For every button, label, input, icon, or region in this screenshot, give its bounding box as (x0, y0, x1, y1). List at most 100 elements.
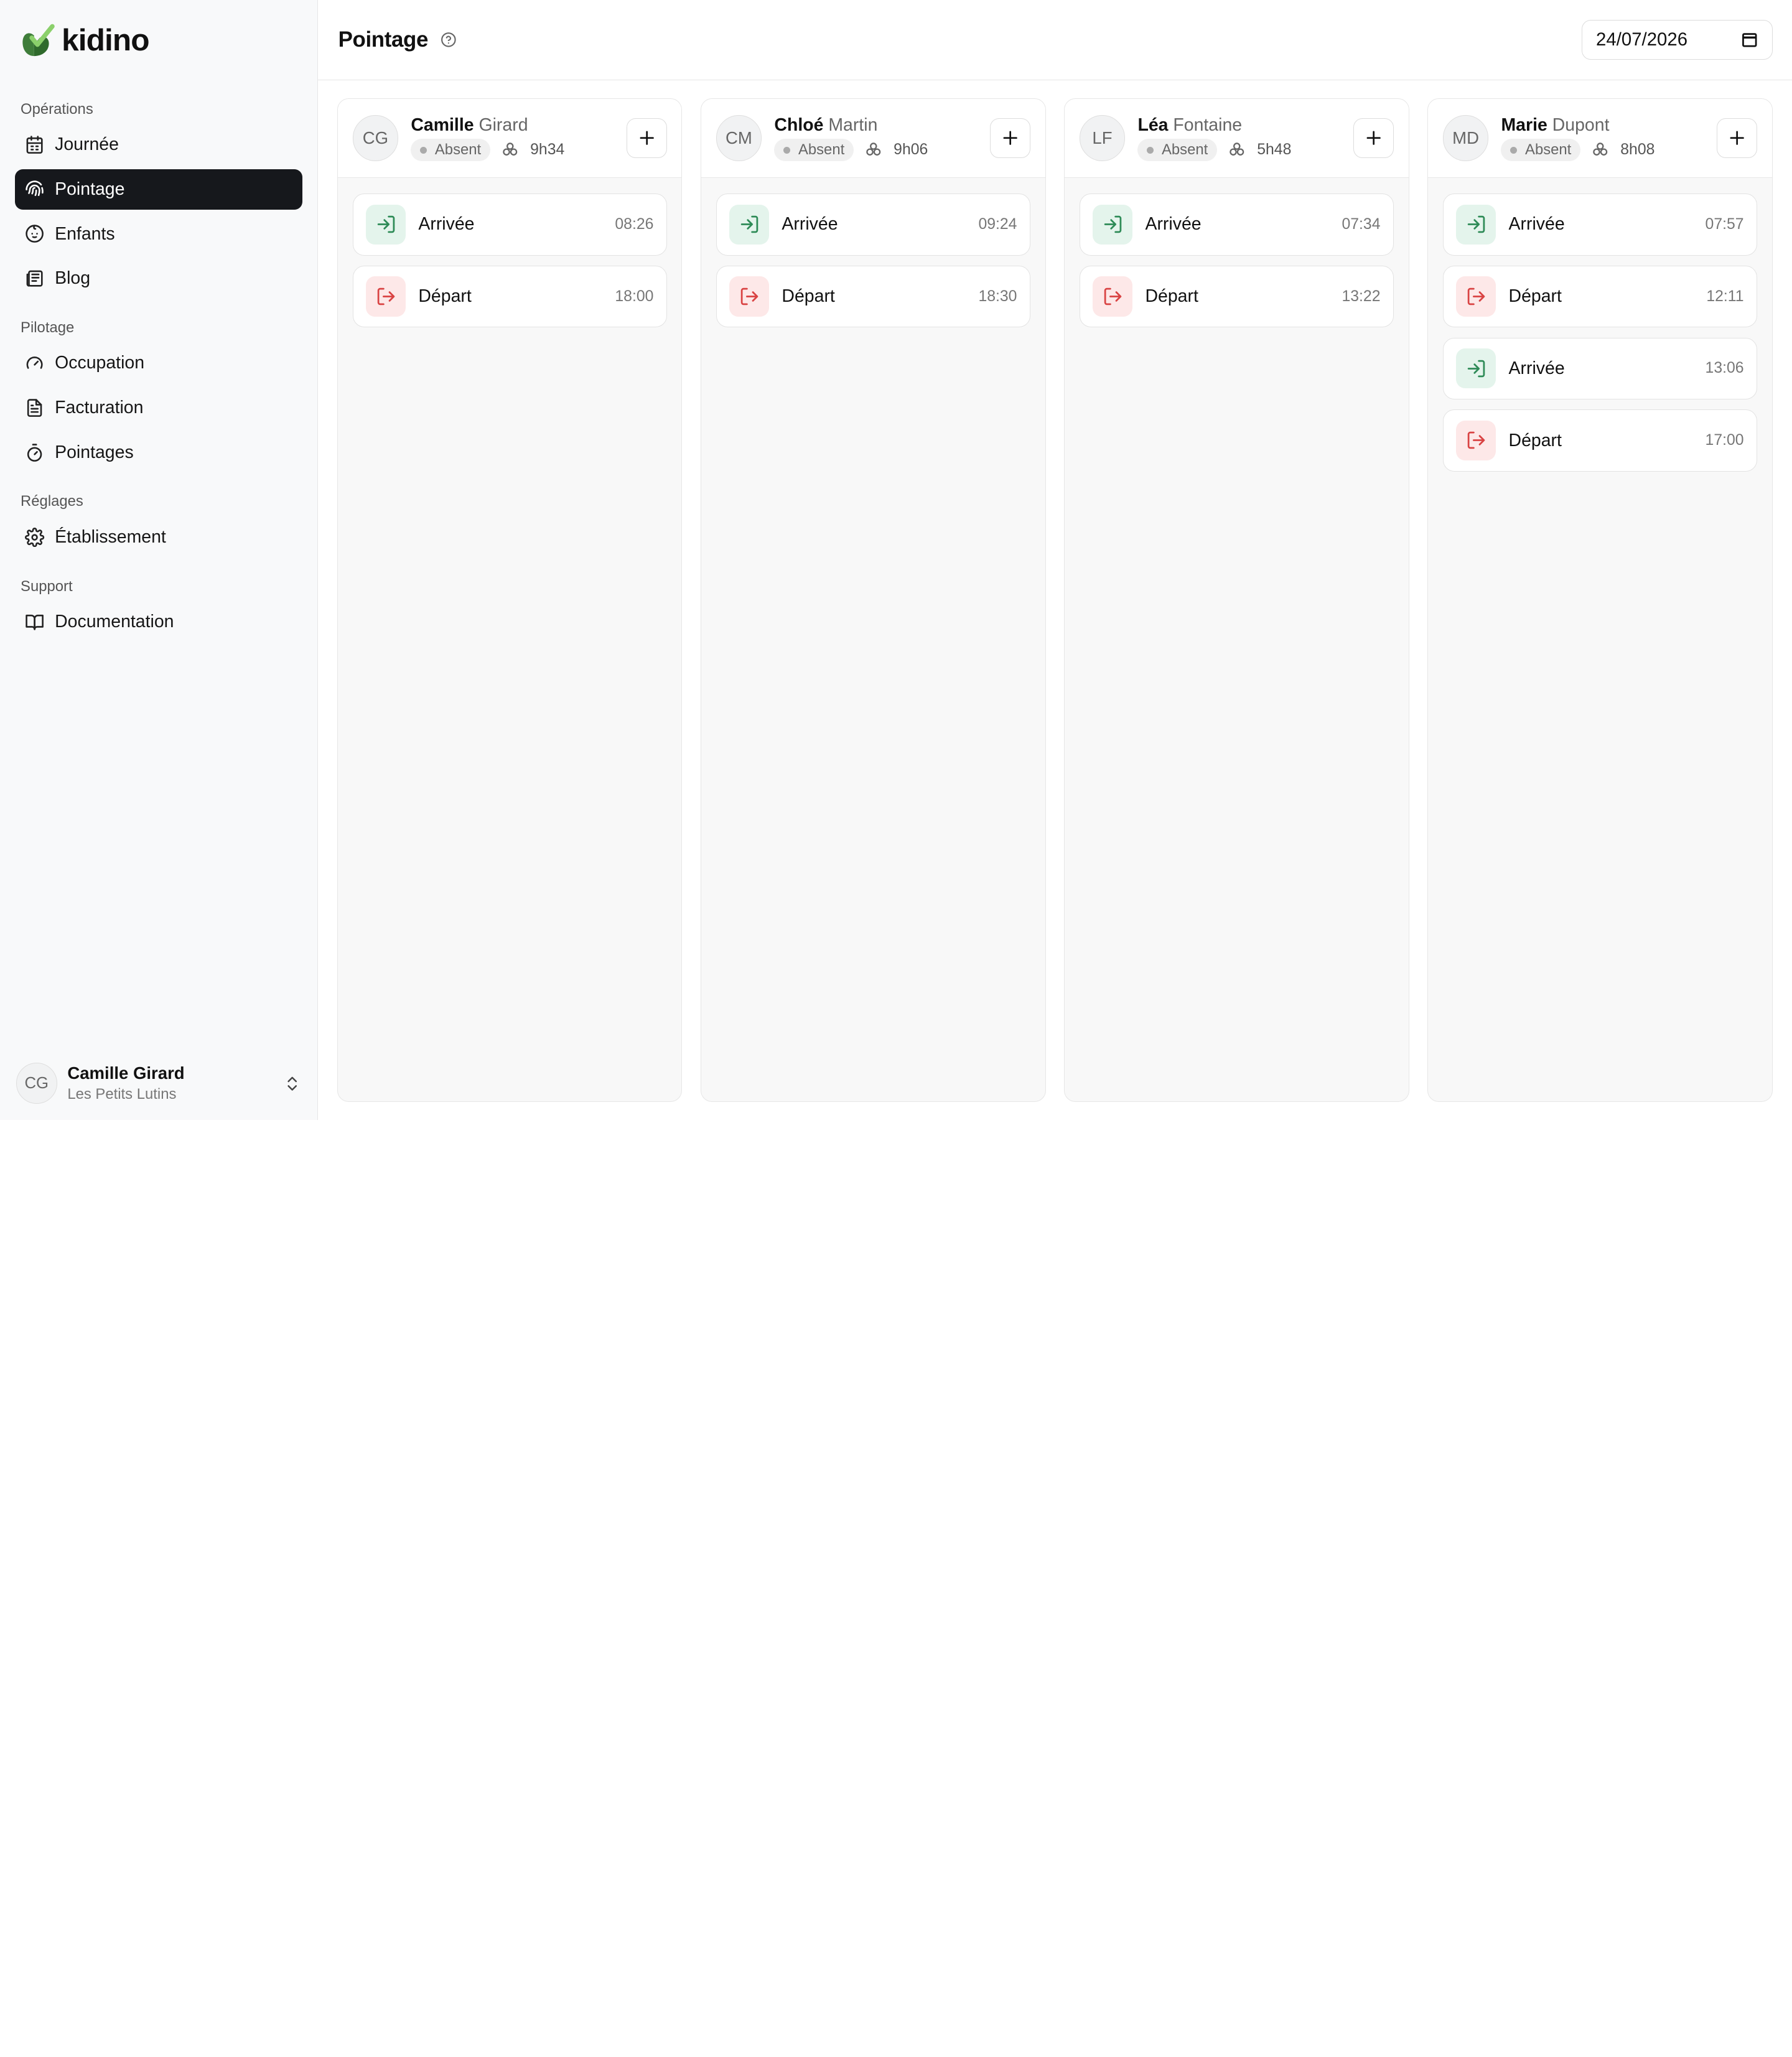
page-title-text: Pointage (338, 27, 429, 52)
sidebar-item-blog[interactable]: Blog (15, 259, 302, 299)
avatar: CG (16, 1063, 57, 1104)
add-event-button[interactable] (990, 118, 1030, 158)
topbar: Pointage 24/07/2026 (317, 0, 1792, 80)
staff-column-header: CM Chloé Martin Absent 9h06 (701, 98, 1045, 178)
event-icon-box (365, 276, 406, 317)
sidebar-item-label: Établissement (55, 527, 166, 548)
hours-value: 9h06 (894, 141, 928, 159)
avatar: CM (716, 115, 762, 161)
event-icon-box (1456, 204, 1496, 245)
event-card-arrival[interactable]: Arrivée 07:34 (1079, 194, 1394, 256)
event-time: 08:26 (615, 215, 654, 233)
event-time: 13:06 (1705, 360, 1744, 377)
status-label: Absent (1161, 141, 1208, 159)
hours-worked: 8h08 (1592, 141, 1654, 159)
status-label: Absent (798, 141, 845, 159)
event-list: Arrivée 09:24 Départ 18:30 (701, 178, 1045, 354)
baby-icon (25, 224, 44, 243)
event-time: 18:00 (615, 287, 654, 305)
timer-icon (25, 443, 44, 462)
gear-icon (25, 528, 45, 548)
event-card-departure[interactable]: Départ 18:30 (716, 266, 1030, 328)
event-card-departure[interactable]: Départ 17:00 (1442, 409, 1757, 472)
staff-first-name: Chloé (774, 114, 824, 135)
staff-last-name: Martin (828, 114, 878, 135)
event-time: 12:11 (1706, 287, 1744, 305)
event-label: Départ (1508, 286, 1562, 307)
event-list: Arrivée 08:26 Départ 18:00 (338, 178, 682, 354)
staff-column-header: MD Marie Dupont Absent 8h08 (1427, 98, 1772, 178)
event-card-departure[interactable]: Départ 13:22 (1079, 266, 1394, 328)
gauge-icon (25, 353, 44, 373)
hours-worked: 5h48 (1228, 141, 1291, 159)
event-card-arrival[interactable]: Arrivée 13:06 (1442, 337, 1757, 399)
avatar: MD (1442, 115, 1489, 161)
staff-info: Chloé Martin Absent 9h06 (774, 115, 990, 161)
sidebar-item-label: Occupation (55, 353, 145, 373)
add-event-button[interactable] (1353, 118, 1394, 158)
log-in-icon (377, 216, 394, 233)
plus-icon (1730, 131, 1744, 145)
sidebar-item-label: Pointages (55, 442, 134, 462)
sidebar-item-pointages[interactable]: Pointages (15, 432, 302, 472)
status-badge: Absent (1501, 139, 1580, 161)
event-card-departure[interactable]: Départ 18:00 (352, 266, 667, 328)
log-out-icon (1467, 287, 1485, 306)
staff-column-header: LF Léa Fontaine Absent 5h48 (1064, 98, 1409, 178)
status-badge: Absent (411, 139, 490, 161)
event-list: Arrivée 07:57 Départ 12:11 Arrivée 13:06 (1428, 178, 1772, 498)
sidebar-item-documentation[interactable]: Documentation (15, 602, 302, 642)
staff-columns: CG Camille Girard Absent 9h34 Arrivée 08… (318, 80, 1792, 1120)
log-out-icon (1104, 287, 1121, 306)
event-card-arrival[interactable]: Arrivée 08:26 (352, 194, 667, 256)
date-picker-input[interactable]: 24/07/2026 (1582, 19, 1773, 60)
event-time: 09:24 (978, 215, 1017, 233)
event-list: Arrivée 07:34 Départ 13:22 (1065, 178, 1409, 354)
help-circle-icon[interactable] (441, 32, 457, 48)
page-title: Pointage (338, 27, 457, 52)
event-label: Arrivée (1508, 358, 1565, 378)
user-menu[interactable]: CG Camille Girard Les Petits Lutins (16, 1063, 301, 1104)
logo[interactable]: kidino (15, 0, 302, 80)
plus-icon (640, 131, 654, 145)
event-icon-box (1092, 204, 1133, 245)
status-label: Absent (1525, 141, 1572, 159)
event-icon-box (729, 276, 770, 317)
calendar-icon[interactable] (1741, 31, 1758, 49)
sidebar-item-occupation[interactable]: Occupation (15, 343, 302, 383)
section-title-pilotage: Pilotage (21, 319, 75, 336)
shapes-icon (503, 142, 518, 156)
sidebar-item-journee[interactable]: Journée (15, 125, 302, 165)
status-badge: Absent (774, 139, 854, 161)
chevrons-up-down-icon[interactable] (283, 1075, 301, 1093)
newspaper-icon (25, 269, 44, 288)
staff-column: CM Chloé Martin Absent 9h06 Arrivée 09:2… (700, 98, 1046, 1102)
add-event-button[interactable] (627, 118, 667, 158)
event-time: 17:00 (1705, 432, 1744, 449)
status-label: Absent (434, 141, 482, 159)
event-icon-box (1456, 420, 1496, 461)
event-label: Arrivée (418, 214, 475, 235)
avatar: LF (1079, 115, 1126, 161)
event-time: 18:30 (978, 287, 1017, 305)
sidebar-item-etablissement[interactable]: Établissement (15, 517, 302, 557)
event-card-arrival[interactable]: Arrivée 09:24 (716, 194, 1030, 256)
log-out-icon (740, 287, 758, 306)
sidebar-item-facturation[interactable]: Facturation (15, 388, 302, 427)
status-dot (783, 146, 791, 154)
event-card-arrival[interactable]: Arrivée 07:57 (1442, 194, 1757, 256)
sidebar-item-enfants[interactable]: Enfants (15, 214, 302, 254)
staff-first-name: Marie (1501, 114, 1547, 135)
staff-name: Camille Girard (411, 115, 627, 136)
event-icon-box (729, 204, 770, 245)
event-card-departure[interactable]: Départ 12:11 (1442, 266, 1757, 328)
log-in-icon (740, 216, 758, 233)
status-dot (420, 146, 427, 154)
staff-column: MD Marie Dupont Absent 8h08 Arrivée 07:5… (1427, 98, 1773, 1102)
hours-worked: 9h06 (865, 141, 928, 159)
add-event-button[interactable] (1717, 118, 1757, 158)
staff-column: LF Léa Fontaine Absent 5h48 Arrivée 07:3… (1063, 98, 1409, 1102)
sidebar-item-pointage[interactable]: Pointage (14, 169, 302, 210)
log-in-icon (1467, 360, 1485, 378)
calendar-icon (25, 135, 44, 154)
